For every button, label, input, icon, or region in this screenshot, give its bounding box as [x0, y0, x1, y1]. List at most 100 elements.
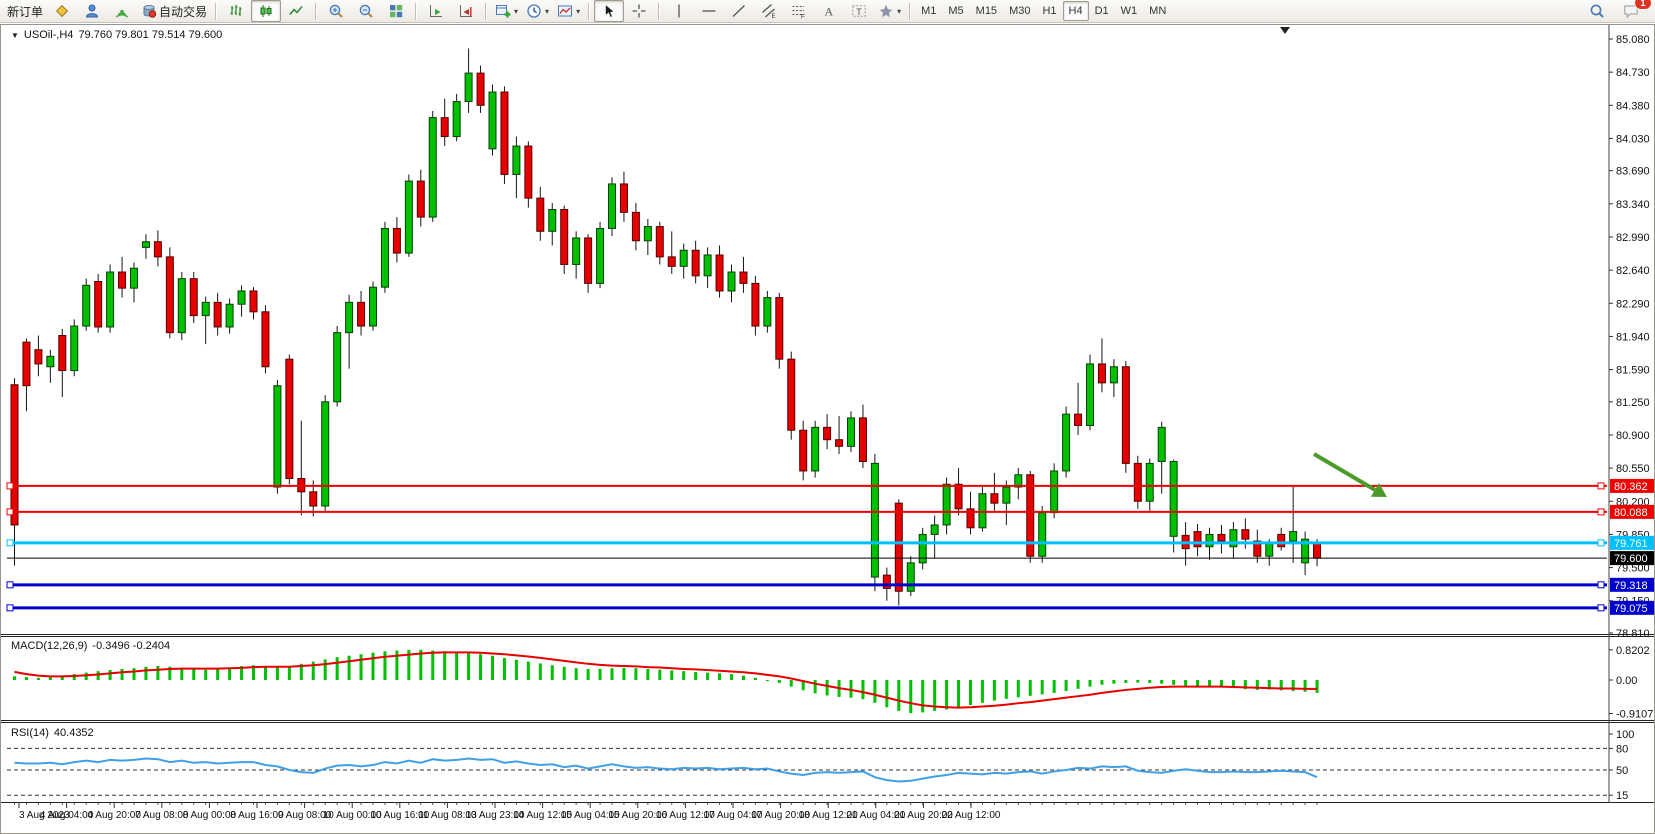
candle-body [453, 102, 460, 137]
support-button[interactable] [77, 0, 107, 22]
hline-button[interactable] [694, 0, 724, 22]
macd-histogram-bar [85, 673, 88, 680]
time-label[interactable]: 22 Aug 12:00 [942, 810, 1001, 821]
templates-button[interactable]: ▾ [553, 0, 584, 22]
label-button[interactable]: T [844, 0, 874, 22]
candle-body [1051, 471, 1058, 513]
tf-m1-button[interactable]: M1 [915, 1, 942, 21]
arrow-annotation-line[interactable] [1314, 454, 1375, 490]
candle-body [656, 227, 663, 257]
price-line-handle[interactable] [7, 483, 13, 489]
price-line-handle[interactable] [1598, 605, 1604, 611]
text-button[interactable]: A [814, 0, 844, 22]
price-tick-label: 84.380 [1616, 100, 1650, 112]
time-label[interactable]: 8 Aug 00:00 [183, 810, 237, 821]
new-chart-button[interactable]: ▾ [491, 0, 522, 22]
chart-shift-marker[interactable] [1280, 27, 1290, 34]
periods-button[interactable]: ▾ [522, 0, 553, 22]
candle-body [800, 430, 807, 471]
macd-histogram-bar [539, 663, 542, 680]
candle-body [668, 257, 675, 266]
tf-h1-button[interactable]: H1 [1036, 1, 1062, 21]
gold-button[interactable] [47, 0, 77, 22]
zoom-in-button[interactable] [321, 0, 351, 22]
macd-histogram-bar [1065, 680, 1068, 691]
candle-body [1039, 513, 1046, 557]
chat-button[interactable]: 1 [1616, 0, 1646, 22]
search-button[interactable] [1582, 0, 1612, 22]
line-chart-button[interactable] [281, 0, 311, 22]
toolbar-separator [588, 3, 590, 20]
tile-windows-button[interactable] [381, 0, 411, 22]
svg-text:A: A [825, 5, 834, 19]
macd-histogram-bar [754, 678, 757, 680]
macd-histogram-bar [109, 670, 112, 680]
rsi-name: RSI(14) [11, 727, 49, 739]
trendline-button[interactable] [724, 0, 754, 22]
macd-histogram-bar [336, 657, 339, 680]
candle-chart-button[interactable] [251, 0, 281, 22]
symbol-ohlc: 79.760 79.801 79.514 79.600 [78, 29, 222, 41]
new-order-button[interactable]: 新订单 [3, 0, 47, 22]
vline-button[interactable] [664, 0, 694, 22]
cursor-button[interactable] [594, 0, 624, 22]
macd-histogram-bar [503, 658, 506, 680]
auto-scroll-button[interactable] [421, 0, 451, 22]
tf-m30-button[interactable]: M30 [1003, 1, 1036, 21]
price-chart[interactable]: 85.08084.73084.38084.03083.69083.34082.9… [1, 25, 1654, 833]
crosshair-button[interactable] [624, 0, 654, 22]
tf-h4-button[interactable]: H4 [1063, 1, 1089, 21]
time-label[interactable]: 4 Aug 20:00 [88, 810, 142, 821]
candle-body [632, 212, 639, 240]
tf-mn-button[interactable]: MN [1143, 1, 1172, 21]
autotrade-button[interactable]: 自动交易 [137, 0, 211, 22]
price-line-handle[interactable] [1598, 509, 1604, 515]
chart-title[interactable]: ▼ USOil-,H4 79.760 79.801 79.514 79.600 [11, 29, 222, 41]
candle-body [131, 268, 138, 288]
macd-histogram-bar [1184, 680, 1187, 686]
price-line-handle[interactable] [7, 540, 13, 546]
fibo-icon: F [791, 3, 807, 19]
candle-body [226, 304, 233, 327]
toolbar-separator [909, 3, 911, 20]
price-line-handle[interactable] [7, 582, 13, 588]
price-line-handle[interactable] [1598, 483, 1604, 489]
fibo-button[interactable]: F [784, 0, 814, 22]
macd-histogram-bar [13, 676, 16, 680]
candle-body [824, 427, 831, 439]
time-label[interactable]: 4 Aug 04:00 [40, 810, 94, 821]
price-line-handle[interactable] [1598, 582, 1604, 588]
macd-histogram-bar [1005, 680, 1008, 699]
candle-body [836, 440, 843, 447]
price-tick-label: 81.250 [1616, 397, 1650, 409]
zoom-out-button[interactable] [351, 0, 381, 22]
macd-histogram-bar [37, 678, 40, 680]
price-line-handle[interactable] [7, 605, 13, 611]
tf-d1-button[interactable]: D1 [1089, 1, 1115, 21]
shapes-button[interactable]: ▾ [874, 0, 905, 22]
candle-body [883, 575, 890, 588]
bar-chart-button[interactable] [221, 0, 251, 22]
tf-m15-button[interactable]: M15 [970, 1, 1003, 21]
tf-w1-button[interactable]: W1 [1115, 1, 1144, 21]
price-line-label: 80.362 [1614, 481, 1648, 493]
svg-text:T: T [856, 7, 862, 17]
tf-m5-button[interactable]: M5 [942, 1, 969, 21]
chart-shift-button[interactable] [451, 0, 481, 22]
symbol-dropdown-icon[interactable]: ▼ [11, 31, 19, 40]
macd-histogram-bar [921, 680, 924, 712]
shapes-icon [878, 3, 894, 19]
price-line-handle[interactable] [7, 509, 13, 515]
channel-button[interactable]: E [754, 0, 784, 22]
time-label[interactable]: 7 Aug 08:00 [135, 810, 189, 821]
price-line-handle[interactable] [1598, 540, 1604, 546]
signals-button[interactable] [107, 0, 137, 22]
rsi-tick-label: 50 [1616, 765, 1628, 777]
macd-histogram-bar [1077, 680, 1080, 689]
svg-text:E: E [772, 14, 776, 19]
time-label[interactable]: 8 Aug 16:00 [230, 810, 284, 821]
rsi-indicator-label: RSI(14) 40.4352 [11, 727, 94, 739]
macd-histogram-bar [826, 680, 829, 695]
candle-body [238, 291, 245, 304]
linechart-icon [288, 3, 304, 19]
